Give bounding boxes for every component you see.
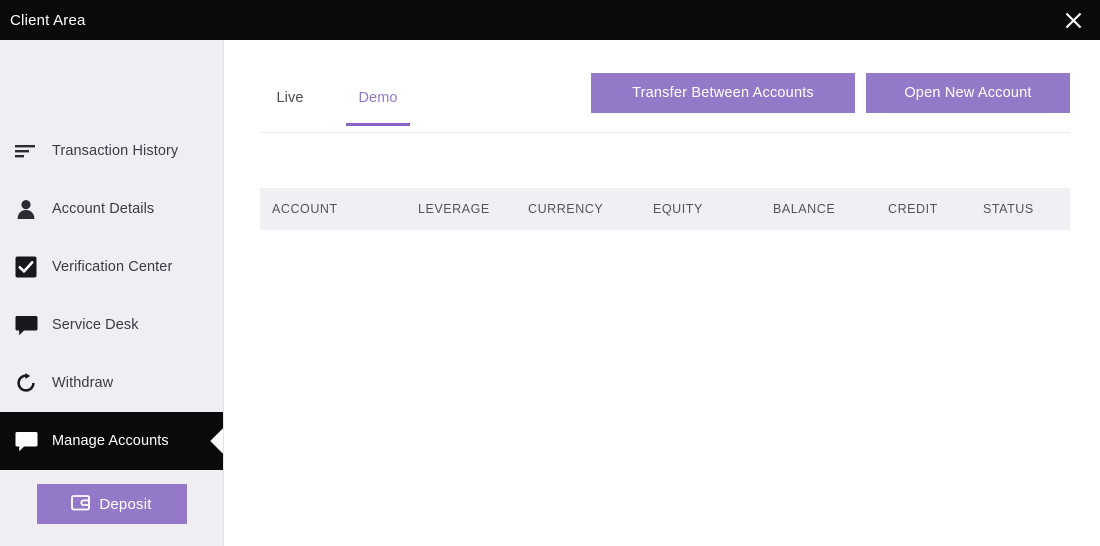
- column-header-currency[interactable]: CURRENCY: [528, 188, 653, 230]
- column-header-account[interactable]: ACCOUNT: [260, 188, 418, 230]
- accounts-table-container: ACCOUNT LEVERAGE CURRENCY EQUITY BALANCE…: [260, 188, 1070, 230]
- column-header-balance[interactable]: BALANCE: [773, 188, 888, 230]
- sidebar-item-account-details[interactable]: Account Details: [0, 180, 223, 238]
- transfer-between-accounts-button[interactable]: Transfer Between Accounts: [591, 73, 855, 113]
- column-header-leverage[interactable]: LEVERAGE: [418, 188, 528, 230]
- sidebar-item-label: Verification Center: [52, 259, 173, 275]
- title-bar: Client Area: [0, 0, 1100, 40]
- sidebar-item-label: Withdraw: [52, 375, 114, 391]
- tab-label: Demo: [358, 90, 398, 106]
- sidebar-item-verification-center[interactable]: Verification Center: [0, 238, 223, 296]
- sidebar-item-withdraw[interactable]: Withdraw: [0, 354, 223, 412]
- sidebar: Transaction History Account Details Veri…: [0, 40, 224, 546]
- client-area-window: Client Area Transaction History Account …: [0, 0, 1100, 546]
- sort-lines-icon: [11, 136, 41, 166]
- column-header-status[interactable]: STATUS: [983, 188, 1070, 230]
- sidebar-item-label: Account Details: [52, 201, 155, 217]
- tab-label: Live: [276, 90, 304, 106]
- action-buttons: Transfer Between Accounts Open New Accou…: [591, 73, 1070, 113]
- sidebar-top-spacer: [0, 40, 223, 122]
- checkbox-checked-icon: [11, 252, 41, 282]
- sidebar-item-label: Transaction History: [52, 143, 179, 159]
- wallet-icon: [71, 494, 91, 514]
- close-icon: [1065, 12, 1082, 29]
- tab-demo[interactable]: Demo: [338, 68, 418, 126]
- accounts-table-header: ACCOUNT LEVERAGE CURRENCY EQUITY BALANCE…: [260, 188, 1070, 230]
- tabs-divider: [260, 132, 1070, 133]
- tab-live[interactable]: Live: [260, 68, 320, 126]
- sidebar-item-manage-accounts[interactable]: Manage Accounts: [0, 412, 223, 470]
- user-icon: [11, 194, 41, 224]
- accounts-table: ACCOUNT LEVERAGE CURRENCY EQUITY BALANCE…: [260, 188, 1070, 230]
- column-header-credit[interactable]: CREDIT: [888, 188, 983, 230]
- refresh-rotate-icon: [11, 368, 41, 398]
- deposit-button[interactable]: Deposit: [36, 484, 187, 524]
- deposit-button-container: Deposit: [0, 484, 223, 524]
- sidebar-item-service-desk[interactable]: Service Desk: [0, 296, 223, 354]
- speech-bubble-icon: [11, 426, 41, 456]
- sidebar-item-label: Service Desk: [52, 317, 139, 333]
- column-header-equity[interactable]: EQUITY: [653, 188, 773, 230]
- close-button[interactable]: [1060, 7, 1086, 33]
- table-header-row: ACCOUNT LEVERAGE CURRENCY EQUITY BALANCE…: [260, 188, 1070, 230]
- deposit-button-label: Deposit: [99, 495, 152, 513]
- speech-bubble-icon: [11, 310, 41, 340]
- sidebar-item-label: Manage Accounts: [52, 433, 169, 449]
- main-content: Live Demo Transfer Between Accounts Open…: [225, 40, 1100, 546]
- open-new-account-button[interactable]: Open New Account: [866, 73, 1070, 113]
- window-title: Client Area: [10, 11, 86, 29]
- sidebar-item-transaction-history[interactable]: Transaction History: [0, 122, 223, 180]
